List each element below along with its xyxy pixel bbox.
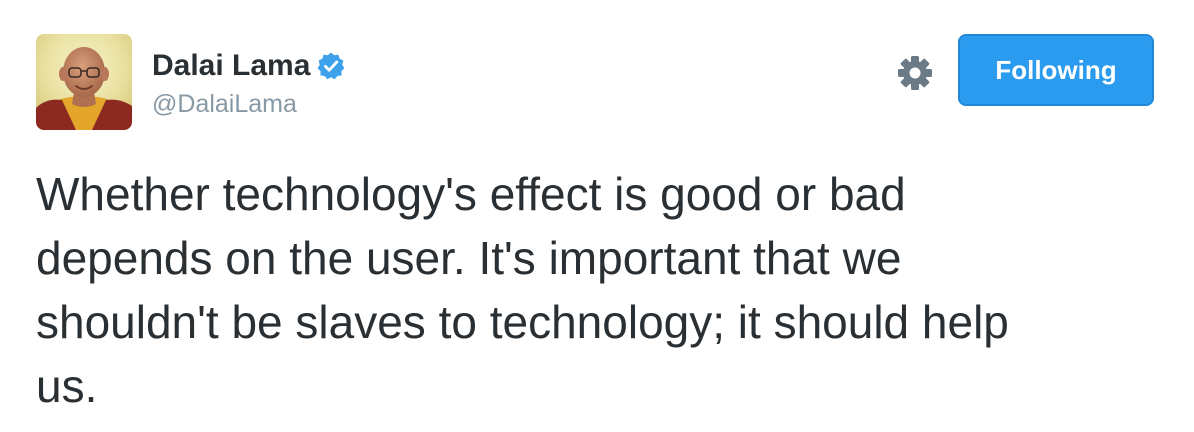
- tweet-text: Whether technology's effect is good or b…: [36, 162, 1156, 418]
- name-row: Dalai Lama: [152, 46, 346, 86]
- tweet-text-line: Whether technology's effect is good or b…: [36, 168, 906, 220]
- author-display-name[interactable]: Dalai Lama: [152, 46, 310, 86]
- verified-badge-icon: [318, 52, 345, 80]
- tweet-card: Dalai Lama @DalaiLama Following Whether …: [0, 0, 1194, 432]
- tweet-text-line: shouldn't be slaves to technology; it sh…: [36, 296, 1009, 348]
- author-info[interactable]: Dalai Lama @DalaiLama: [152, 46, 346, 121]
- gear-icon[interactable]: [896, 54, 934, 92]
- author-handle[interactable]: @DalaiLama: [152, 87, 346, 121]
- avatar[interactable]: [36, 34, 132, 130]
- tweet-text-line: us.: [36, 360, 98, 412]
- following-button[interactable]: Following: [958, 34, 1154, 106]
- tweet-header: Dalai Lama @DalaiLama Following: [36, 34, 1156, 132]
- tweet-text-line: depends on the user. It's important that…: [36, 232, 902, 284]
